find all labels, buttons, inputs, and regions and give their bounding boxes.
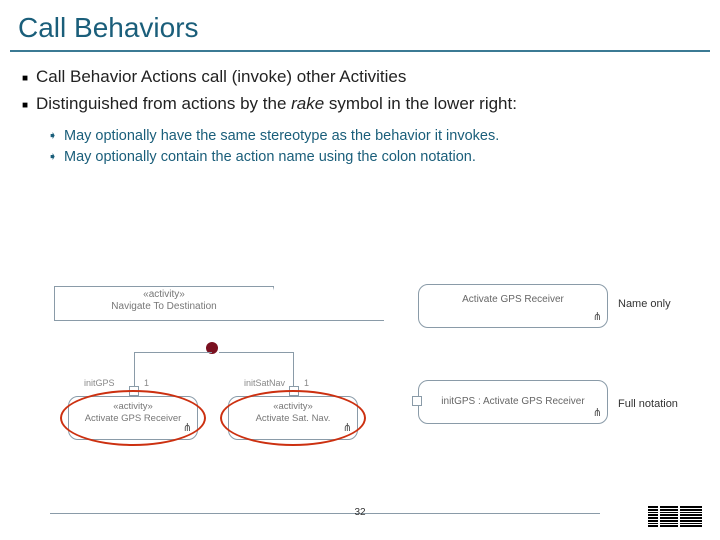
sub-bullets: ➧ May optionally have the same stereotyp… — [22, 120, 698, 168]
notation-examples: Activate GPS Receiver ⋔ Name only initGP… — [418, 280, 698, 450]
sub-bullet-2: ➧ May optionally contain the action name… — [48, 147, 698, 168]
multiplicity-label: 1 — [304, 378, 309, 388]
chevron-icon: ➧ — [48, 126, 64, 147]
content-area: ■ Call Behavior Actions call (invoke) ot… — [0, 52, 720, 168]
highlight-ellipse — [220, 390, 366, 446]
bullet-2-post: symbol in the lower right: — [324, 94, 517, 113]
footer-rule — [400, 513, 600, 514]
rake-icon: ⋔ — [593, 310, 601, 324]
bullet-square-icon: ■ — [22, 66, 36, 89]
bullet-1-text: Call Behavior Actions call (invoke) othe… — [36, 66, 698, 89]
sub-bullet-2-text: May optionally contain the action name u… — [64, 147, 698, 168]
name-only-label: Name only — [618, 298, 671, 310]
frame-name: Navigate To Destination — [55, 301, 273, 313]
diagram-area: «activity» Navigate To Destination initG… — [14, 280, 706, 460]
highlight-ellipse — [60, 390, 206, 446]
chevron-icon: ➧ — [48, 147, 64, 168]
rake-icon: ⋔ — [593, 406, 601, 420]
activity-frame-body — [54, 320, 384, 321]
pin-label: initGPS — [84, 378, 115, 388]
pin-label: initSatNav — [244, 378, 285, 388]
name-only-text: Activate GPS Receiver — [419, 285, 607, 306]
bullet-2-text: Distinguished from actions by the rake s… — [36, 93, 698, 116]
full-notation-box: initGPS : Activate GPS Receiver ⋔ — [418, 380, 608, 424]
activity-diagram: «activity» Navigate To Destination initG… — [54, 286, 384, 456]
bullet-2-pre: Distinguished from actions by the — [36, 94, 291, 113]
ibm-logo-icon — [648, 506, 702, 528]
multiplicity-label: 1 — [144, 378, 149, 388]
bullet-2-em: rake — [291, 94, 324, 113]
frame-stereotype: «activity» — [55, 289, 273, 301]
bullet-1: ■ Call Behavior Actions call (invoke) ot… — [22, 66, 698, 89]
name-only-box: Activate GPS Receiver ⋔ — [418, 284, 608, 328]
full-notation-label: Full notation — [618, 398, 678, 410]
bullet-2: ■ Distinguished from actions by the rake… — [22, 93, 698, 116]
bullet-square-icon: ■ — [22, 93, 36, 116]
footer-rule — [50, 513, 310, 514]
activity-frame-tab: «activity» Navigate To Destination — [54, 286, 274, 320]
full-notation-text: initGPS : Activate GPS Receiver — [419, 381, 607, 408]
slide-title: Call Behaviors — [0, 0, 720, 50]
sub-bullet-1-text: May optionally have the same stereotype … — [64, 126, 698, 147]
pin-icon — [412, 396, 422, 406]
sub-bullet-1: ➧ May optionally have the same stereotyp… — [48, 126, 698, 147]
